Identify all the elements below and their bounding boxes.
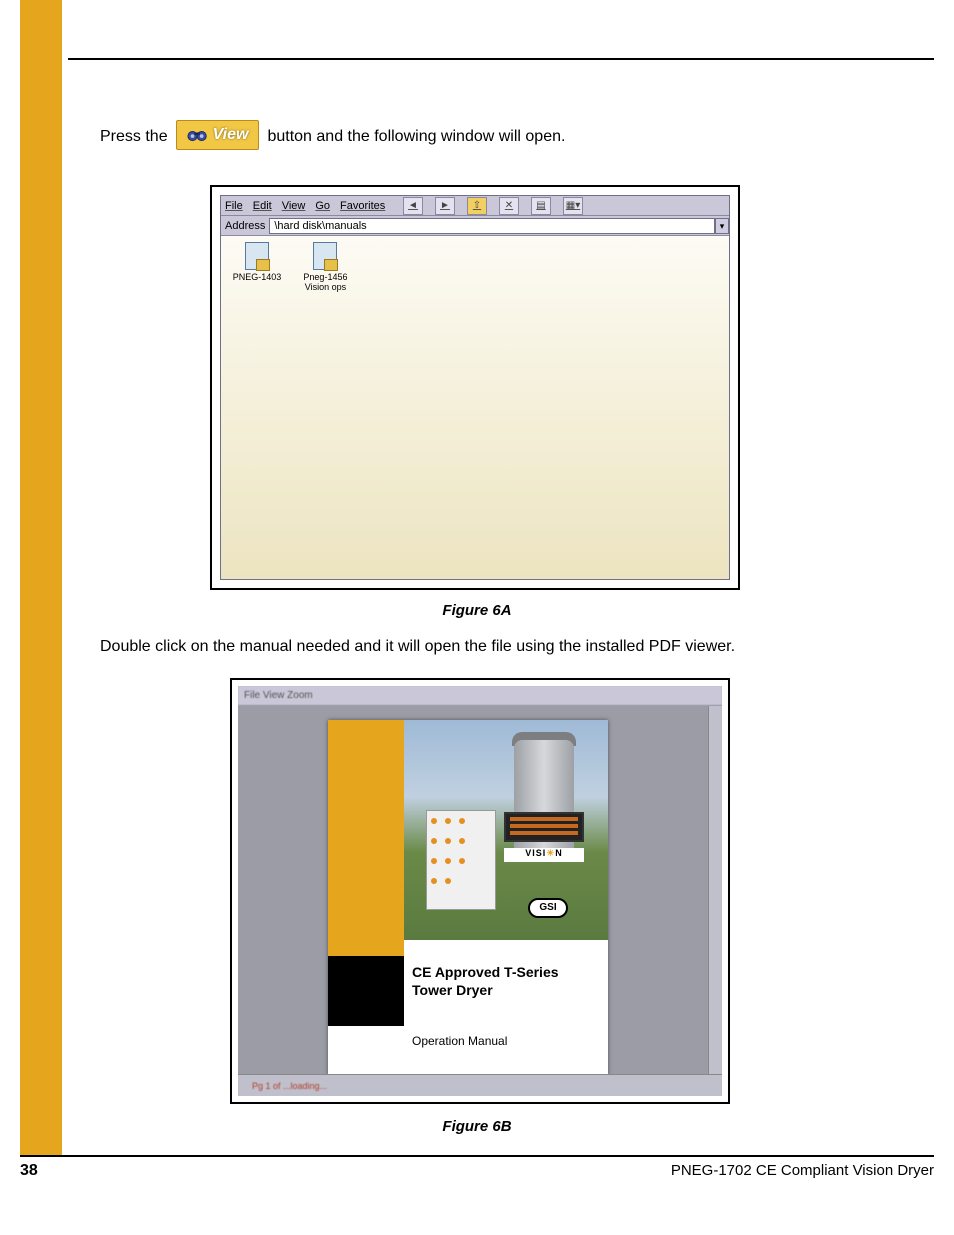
view-button[interactable]: View [176,120,260,150]
address-label: Address [221,220,269,232]
figure-6a-caption: Figure 6A [0,602,954,619]
delete-icon[interactable]: ✕ [499,197,519,215]
toolbar: ◄ ► ⇧ ✕ ▤ ▦▾ [401,196,729,216]
pdf-viewer-window: File View Zoom GSI [238,686,722,1096]
page-number: 38 [20,1162,38,1180]
file-icon [245,242,269,270]
status-text: Pg 1 of ...loading... [238,1075,722,1096]
menu-edit[interactable]: Edit [253,200,272,212]
menu-go[interactable]: Go [315,200,330,212]
properties-icon[interactable]: ▤ [531,197,551,215]
manual-title-line1: CE Approved T-Series [412,964,559,982]
pdf-view-area: GSI VISI☀N GSI CE Approved T-Series [238,706,722,1096]
view-button-label: View [213,124,249,146]
mid-paragraph: Double click on the manual needed and it… [100,636,924,658]
address-dropdown-icon[interactable]: ▾ [715,218,729,234]
intro-before: Press the [100,120,174,148]
figure-6a: × File Edit View Go Favorites ◄ ► ⇧ ✕ ▤ … [210,185,740,590]
intro-after: button and the following window will ope… [261,120,565,148]
top-rule [68,58,934,60]
panel-screen-icon [504,812,584,842]
vertical-scrollbar[interactable] [708,706,722,1074]
manual-subtitle: Operation Manual [412,1034,507,1048]
address-bar: Address \hard disk\manuals ▾ [221,216,729,236]
menu-favorites[interactable]: Favorites [340,200,385,212]
vision-label: VISI☀N [504,848,584,862]
cover-black-block [328,956,404,1026]
bottom-rule [20,1155,934,1157]
menu-file[interactable]: File [225,200,243,212]
file-icon [313,242,337,270]
file-item[interactable]: PNEG-1403 [227,242,287,282]
cover-image: GSI VISI☀N GSI [404,720,608,940]
file-explorer-window: × File Edit View Go Favorites ◄ ► ⇧ ✕ ▤ … [220,195,730,580]
file-item[interactable]: Pneg-1456 Vision ops [295,242,355,292]
manual-cover: GSI VISI☀N GSI CE Approved T-Series [328,720,608,1076]
chapter-heading: 6. View Screen [68,28,208,51]
status-bar: Pg 1 of ...loading... [238,1074,722,1096]
gold-side-strip [20,0,62,1155]
forward-icon[interactable]: ► [435,197,455,215]
address-path[interactable]: \hard disk\manuals [269,218,715,234]
cover-gold-block [328,720,404,956]
file-label: Pneg-1456 Vision ops [295,272,355,292]
menu-bar[interactable]: File Edit View Go Favorites ◄ ► ⇧ ✕ ▤ ▦▾ [221,196,729,216]
document-id: PNEG-1702 CE Compliant Vision Dryer [671,1162,934,1179]
binoculars-icon [187,126,209,144]
manual-title-line2: Tower Dryer [412,982,559,1000]
up-icon[interactable]: ⇧ [467,197,487,215]
views-icon[interactable]: ▦▾ [563,197,583,215]
figure-6b: File View Zoom GSI [230,678,730,1104]
folder-view[interactable]: PNEG-1403 Pneg-1456 Vision ops [221,236,729,579]
gsi-badge: GSI [528,898,568,918]
manual-title: CE Approved T-Series Tower Dryer [412,964,559,999]
pdf-viewer-toolbar[interactable]: File View Zoom [238,686,722,706]
menu-view[interactable]: View [282,200,306,212]
control-panel-icon [426,810,496,910]
intro-sentence: Press the View button and the following … [100,120,924,150]
back-icon[interactable]: ◄ [403,197,423,215]
vision-prefix: VISI [525,848,546,858]
figure-6b-caption: Figure 6B [0,1118,954,1135]
file-label: PNEG-1403 [227,272,287,282]
vision-suffix: N [555,848,563,858]
